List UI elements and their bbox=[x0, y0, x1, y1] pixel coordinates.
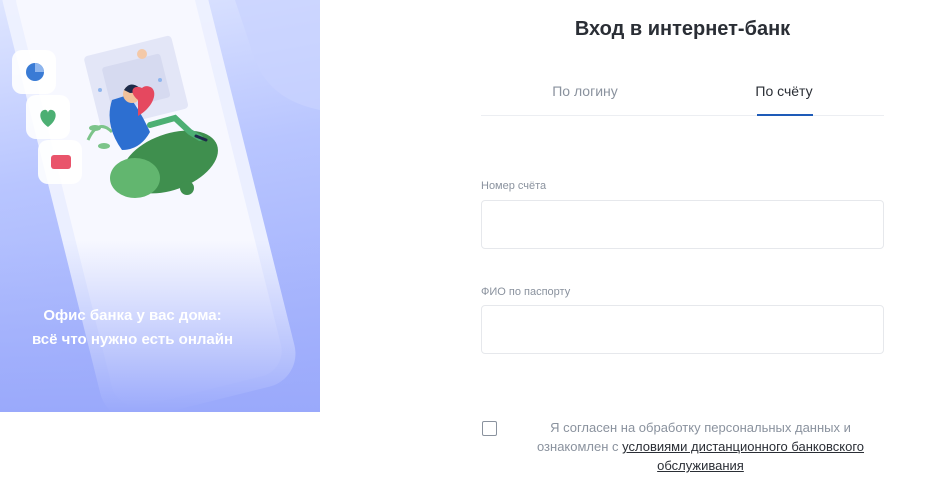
page-title: Вход в интернет-банк bbox=[574, 18, 791, 40]
login-tabs: По логину По счёту bbox=[481, 80, 884, 116]
active-tab-indicator bbox=[757, 114, 813, 116]
fio-input[interactable] bbox=[481, 305, 884, 354]
login-page: Офис банка у вас дома: всё что нужно ест… bbox=[0, 0, 941, 485]
promo-caption: Офис банка у вас дома: всё что нужно ест… bbox=[0, 304, 265, 352]
promo-caption-line-2: всё что нужно есть онлайн bbox=[31, 331, 234, 348]
remote-banking-terms-link[interactable]: условиями дистанционного банковского обс… bbox=[622, 439, 864, 473]
fio-label: ФИО по паспорту bbox=[481, 286, 571, 298]
consent-checkbox[interactable] bbox=[482, 421, 497, 436]
account-number-label: Номер счёта bbox=[481, 180, 547, 192]
promo-caption-line-1: Офис банка у вас дома: bbox=[43, 307, 222, 324]
heart-icon bbox=[26, 95, 70, 139]
promo-panel: Офис банка у вас дома: всё что нужно ест… bbox=[0, 0, 320, 412]
tab-by-account[interactable]: По счёту bbox=[753, 80, 815, 116]
account-number-input[interactable] bbox=[481, 200, 884, 249]
pie-chart-icon bbox=[12, 50, 56, 94]
card-icon bbox=[38, 140, 82, 184]
consent-text: Я согласен на обработку персональных дан… bbox=[517, 418, 884, 475]
tab-by-login[interactable]: По логину bbox=[529, 80, 641, 116]
